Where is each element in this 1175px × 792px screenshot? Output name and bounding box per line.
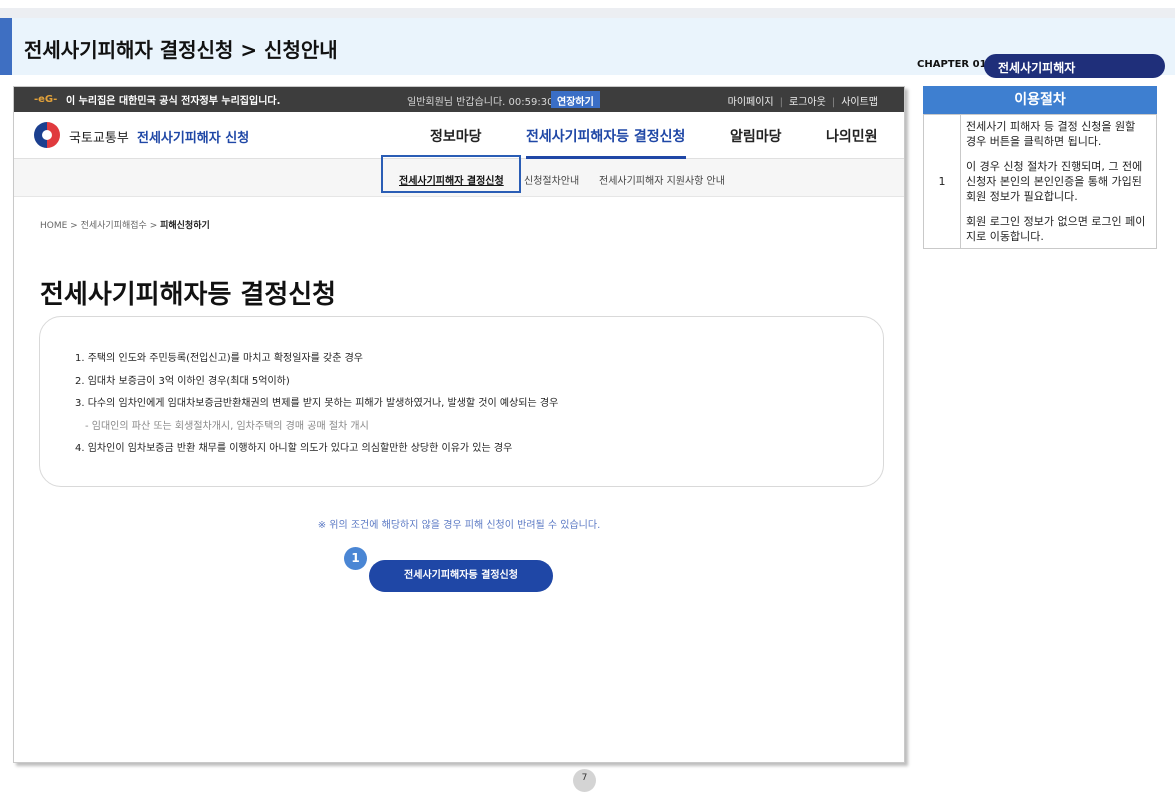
breadcrumb-current: 피해신청하기	[160, 221, 210, 231]
row-number: 1	[923, 114, 961, 249]
apply-button[interactable]: 전세사기피해자등 결정신청	[369, 560, 553, 592]
ministry-emblem-icon[interactable]	[34, 122, 60, 148]
gov-notice-text: 이 누리집은 대한민국 공식 전자정부 누리집입니다.	[66, 96, 281, 107]
condition-item: 4. 임차인이 임차보증금 반환 채무를 이행하지 아니할 의도가 있다고 의심…	[75, 443, 513, 454]
condition-item: 3. 다수의 임차인에게 임대차보증금반환채권의 변제를 받지 못하는 피해가 …	[75, 398, 559, 409]
ministry-name[interactable]: 국토교통부	[69, 127, 129, 146]
breadcrumb-home[interactable]: HOME	[40, 221, 67, 231]
document-title: 전세사기피해자 결정신청 > 신청안내	[24, 38, 338, 62]
chapter-label: CHAPTER 01	[917, 59, 987, 70]
service-name[interactable]: 전세사기피해자 신청	[137, 127, 249, 146]
desc-text: 이 경우 신청 절차가 진행되며, 그 전에 신청자 본인의 본인인증을 통해 …	[966, 160, 1143, 203]
mypage-link[interactable]: 마이페이지	[728, 97, 774, 108]
page-number: 7	[573, 769, 596, 792]
step-badge: 1	[344, 547, 367, 570]
condition-item: 1. 주택의 인도와 주민등록(전입신고)를 마치고 확정일자를 갖춘 경우	[75, 353, 363, 364]
row-description: 전세사기 피해자 등 결정 신청을 원할 경우 버튼을 클릭하면 됩니다. 이 …	[960, 114, 1157, 249]
chapter-tag: 전세사기피해자	[984, 54, 1165, 78]
logout-link[interactable]: 로그아웃	[789, 97, 826, 108]
sub-nav: 전세사기피해자 결정신청 신청절차안내 전세사기피해자 지원사항 안내	[14, 155, 904, 197]
sitemap-link[interactable]: 사이트맵	[841, 97, 878, 108]
utility-links: 마이페이지 | 로그아웃 | 사이트맵	[727, 97, 878, 108]
rejection-warning: ※ 위의 조건에 해당하지 않을 경우 피해 신청이 반려될 수 있습니다.	[317, 520, 601, 531]
condition-item: 2. 임대차 보증금이 3억 이하인 경우(최대 5억이하)	[75, 375, 290, 387]
document-header: 전세사기피해자 결정신청 > 신청안내 CHAPTER 01 전세사기피해자	[0, 18, 1175, 78]
page-title: 전세사기피해자등 결정신청	[40, 280, 337, 310]
panel-heading: 이용절차	[923, 86, 1157, 114]
header-accent-bar	[0, 18, 12, 75]
desc-text: 전세사기 피해자 등 결정 신청을 원할 경우 버튼을 클릭하면 됩니다.	[966, 120, 1136, 148]
screenshot-frame: -eG- 이 누리집은 대한민국 공식 전자정부 누리집입니다. 일반회원님 반…	[13, 86, 905, 763]
session-greeting: 일반회원님 반갑습니다. 00:59:30	[407, 97, 554, 108]
menu-my-petition[interactable]: 나의민원	[826, 126, 878, 146]
usage-procedure-panel: 이용절차 1 전세사기 피해자 등 결정 신청을 원할 경우 버튼을 클릭하면 …	[923, 86, 1157, 249]
gov-notice-bar: -eG- 이 누리집은 대한민국 공식 전자정부 누리집입니다. 일반회원님 반…	[14, 87, 904, 112]
procedure-table: 1 전세사기 피해자 등 결정 신청을 원할 경우 버튼을 클릭하면 됩니다. …	[923, 114, 1157, 249]
subnav-procedure[interactable]: 신청절차안내	[524, 172, 579, 187]
extend-session-button[interactable]: 연장하기	[551, 91, 600, 108]
subnav-support[interactable]: 전세사기피해자 지원사항 안내	[599, 172, 725, 187]
conditions-box: 1. 주택의 인도와 주민등록(전입신고)를 마치고 확정일자를 갖춘 경우 2…	[39, 316, 884, 487]
condition-subitem: - 임대인의 파산 또는 회생절차개시, 임차주택의 경매 공매 절차 개시	[85, 420, 369, 432]
breadcrumb: HOME > 전세사기피해접수 > 피해신청하기	[40, 221, 210, 231]
menu-notice[interactable]: 알림마당	[730, 126, 782, 146]
menu-info[interactable]: 정보마당	[430, 126, 482, 146]
main-nav: 국토교통부 전세사기피해자 신청 정보마당 전세사기피해자등 결정신청 알림마당…	[14, 112, 904, 159]
breadcrumb-section[interactable]: 전세사기피해접수	[81, 221, 147, 231]
egov-logo-icon: -eG-	[34, 94, 58, 105]
menu-apply[interactable]: 전세사기피해자등 결정신청	[526, 126, 685, 146]
table-row: 1 전세사기 피해자 등 결정 신청을 원할 경우 버튼을 클릭하면 됩니다. …	[923, 114, 1157, 249]
desc-text: 회원 로그인 정보가 없으면 로그인 페이지로 이동합니다.	[966, 215, 1146, 243]
subnav-apply[interactable]: 전세사기피해자 결정신청	[399, 172, 504, 187]
